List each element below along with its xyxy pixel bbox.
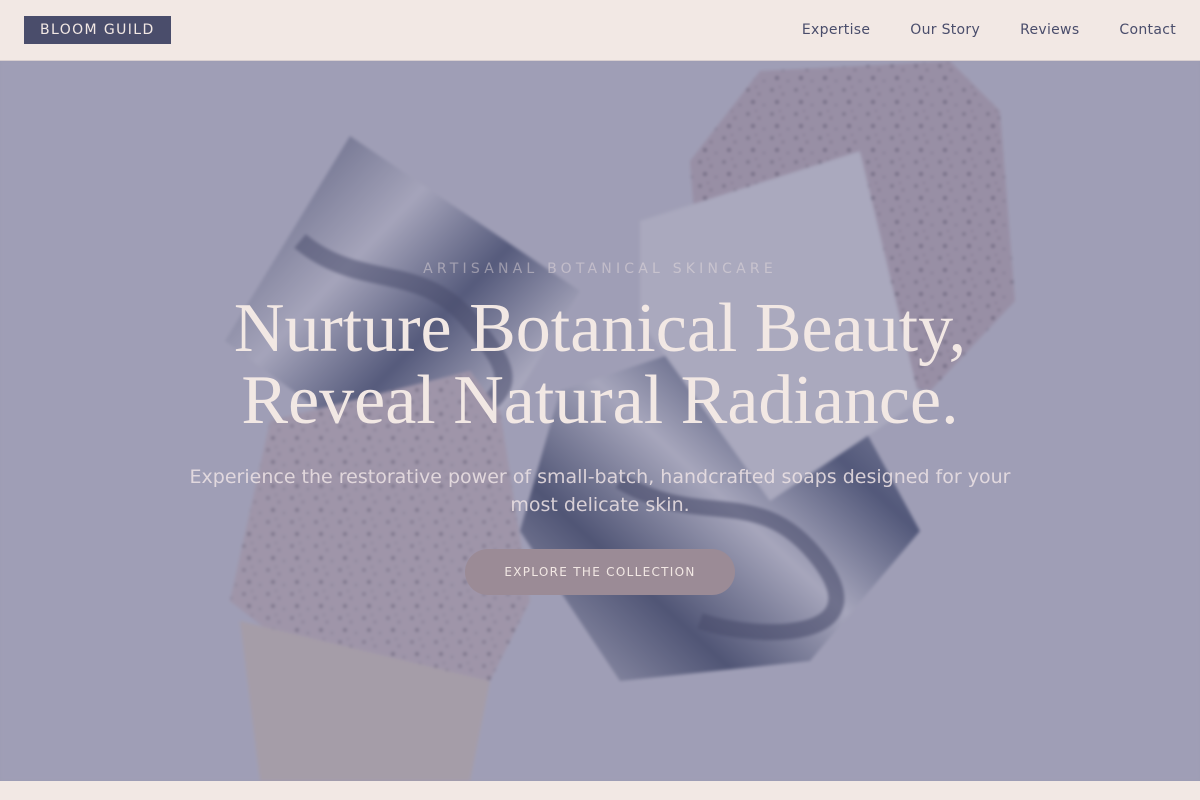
explore-collection-button[interactable]: EXPLORE THE COLLECTION xyxy=(465,549,735,595)
hero-headline-line-2: Reveal Natural Radiance. xyxy=(241,362,959,439)
site-header: BLOOM GUILD Expertise Our Story Reviews … xyxy=(0,0,1200,61)
nav-link-expertise[interactable]: Expertise xyxy=(802,22,870,38)
main-nav: Expertise Our Story Reviews Contact xyxy=(802,0,1176,60)
hero-section: ARTISANAL BOTANICAL SKINCARE Nurture Bot… xyxy=(0,61,1200,781)
nav-link-reviews[interactable]: Reviews xyxy=(1020,22,1079,38)
next-section-edge xyxy=(0,781,1200,800)
nav-link-our-story[interactable]: Our Story xyxy=(910,22,980,38)
hero-eyebrow: ARTISANAL BOTANICAL SKINCARE xyxy=(423,261,777,277)
hero-headline-line-1: Nurture Botanical Beauty, xyxy=(233,290,967,367)
brand-logo[interactable]: BLOOM GUILD xyxy=(24,16,171,44)
nav-link-contact[interactable]: Contact xyxy=(1119,22,1176,38)
hero-subtext: Experience the restorative power of smal… xyxy=(189,466,1011,516)
hero-headline: Nurture Botanical Beauty, Reveal Natural… xyxy=(0,293,1200,437)
